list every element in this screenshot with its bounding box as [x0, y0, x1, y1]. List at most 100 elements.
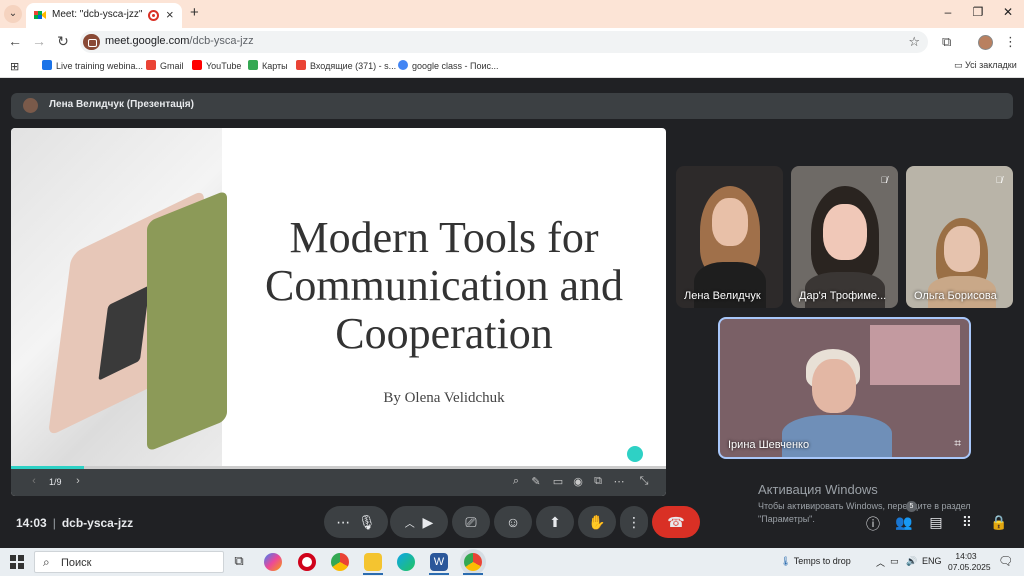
back-icon[interactable]: ← — [6, 33, 24, 49]
wall-pictures — [870, 325, 960, 385]
address-bar[interactable]: meet.google.com/dcb-ysca-jzz ☆ — [80, 31, 928, 53]
next-slide-icon[interactable]: › — [71, 475, 85, 487]
edge-icon[interactable] — [397, 553, 415, 571]
bookmark-youtube[interactable]: YouTube — [192, 60, 241, 71]
slide-laptop-photo — [11, 128, 227, 468]
taskbar-search[interactable]: ⌕ Поиск — [34, 551, 224, 573]
profile-avatar[interactable] — [978, 35, 993, 50]
camera-icon[interactable]: ▶ — [423, 514, 434, 530]
host-controls-icon[interactable]: 🔒 — [990, 514, 1008, 531]
prev-slide-icon[interactable]: ‹ — [27, 475, 41, 487]
people-icon[interactable]: 👥 — [895, 514, 913, 531]
slide-controls: ‹ 1/9 › ⌕ ✎ ▭ ◉ ⧉ ⋯ ⤡ — [11, 469, 666, 496]
copilot-icon[interactable] — [264, 553, 282, 571]
site-info-icon[interactable] — [83, 34, 100, 50]
meeting-code: dcb-ysca-jzz — [61, 516, 134, 530]
chevron-up-icon[interactable]: ︿ — [405, 519, 415, 530]
weather-icon: 🌡 — [780, 556, 792, 566]
extensions-icon[interactable]: ⧉ — [942, 34, 951, 50]
mic-control[interactable]: ⋯ 🎙 — [324, 506, 388, 538]
participant-tile[interactable]: 🎙̸ Дар'я Трофиме... — [791, 166, 898, 308]
chat-icon[interactable]: ▤ — [927, 514, 945, 531]
tab-search-chevron-icon[interactable]: ⌄ — [4, 5, 22, 23]
laptop-lid — [147, 189, 227, 453]
meet-area: Лена Велидчук (Презентація) Modern Tools… — [0, 78, 1024, 548]
bookmark-live-training[interactable]: Live training webina... — [42, 60, 143, 71]
info-icon[interactable]: ⓘ — [864, 514, 882, 534]
meeting-time: 14:03 — [16, 516, 47, 530]
tray-chevron-icon[interactable]: ︿ — [876, 556, 885, 569]
window-close-icon[interactable]: ✕ — [998, 5, 1018, 19]
chrome-icon[interactable] — [331, 553, 349, 571]
participant-tile-active[interactable]: Ірина Шевченко ⌗ — [718, 317, 971, 459]
folder-icon: ▭ — [954, 60, 966, 70]
slide-author: By Olena Velidchuk — [383, 390, 505, 406]
captions-icon[interactable]: ▭ — [551, 475, 565, 488]
camera-control[interactable]: ︿ ▶ — [390, 506, 448, 538]
more-options-icon[interactable]: ⋯ — [336, 514, 350, 530]
bookmark-google-class[interactable]: google class - Поис... — [398, 60, 499, 71]
presenter-name: Лена Велидчук (Презентація) — [49, 99, 194, 110]
more-button[interactable]: ⋮ — [620, 506, 648, 538]
leave-call-button[interactable]: ☎ — [652, 506, 700, 538]
mic-icon[interactable]: 🎙 — [358, 514, 376, 530]
new-tab-icon[interactable]: + — [190, 4, 199, 21]
presentation-view[interactable]: Modern Tools for Communication and Coope… — [11, 128, 666, 496]
hand-icon: ✋ — [588, 514, 606, 530]
pip-icon[interactable]: ⧉ — [591, 475, 605, 488]
forward-icon[interactable]: → — [30, 33, 48, 49]
face — [944, 226, 980, 272]
more-icon[interactable]: ⋯ — [612, 475, 626, 488]
language-indicator[interactable]: ENG — [922, 556, 942, 566]
recording-icon — [148, 10, 159, 21]
bookmark-inbox[interactable]: Входящие (371) - s... — [296, 60, 396, 71]
emoji-button[interactable]: ☺ — [494, 506, 532, 538]
maximize-icon[interactable]: ❐ — [968, 5, 988, 19]
task-view-icon[interactable]: ⧉ — [230, 553, 248, 571]
windows-start-icon[interactable] — [10, 555, 24, 569]
network-icon[interactable]: ▭ — [890, 556, 899, 567]
reload-icon[interactable]: ↻ — [54, 33, 72, 50]
face — [712, 198, 748, 246]
raise-hand-button[interactable]: ✋ — [578, 506, 616, 538]
participant-count-badge: 5 — [906, 501, 917, 512]
volume-icon[interactable]: 🔊 — [906, 556, 917, 567]
face — [823, 204, 867, 260]
taskbar-clock[interactable]: 14:03 07.05.2025 — [948, 551, 991, 573]
bookmark-maps[interactable]: Карты — [248, 60, 288, 71]
captions-icon: ⎚ — [465, 514, 477, 530]
captions-button[interactable]: ⎚ — [452, 506, 490, 538]
pen-icon[interactable]: ✎ — [529, 475, 543, 488]
face — [812, 359, 856, 413]
weather-widget[interactable]: 🌡 Temps to drop — [780, 556, 851, 567]
activities-icon[interactable]: ⠿ — [958, 514, 976, 531]
chrome-active-icon[interactable] — [464, 553, 482, 571]
apps-grid-icon[interactable]: ⊞ — [10, 60, 19, 73]
bookmark-star-icon[interactable]: ☆ — [908, 34, 920, 50]
participant-tile[interactable]: Лена Велидчук — [676, 166, 783, 308]
notifications-icon[interactable]: 🗨 — [998, 554, 1013, 568]
file-explorer-icon[interactable] — [364, 553, 382, 571]
slide-page-counter: 1/9 — [49, 477, 62, 487]
tab-strip: ⌄ Meet: "dcb-ysca-jzz" × + – ❐ ✕ — [0, 0, 1024, 28]
browser-tab[interactable]: Meet: "dcb-ysca-jzz" × — [26, 3, 182, 28]
word-icon[interactable]: W — [430, 553, 448, 571]
zoom-icon[interactable]: ⌕ — [509, 475, 523, 488]
minimize-presentation-icon[interactable]: ⤡ — [637, 475, 651, 488]
search-placeholder: Поиск — [61, 557, 92, 569]
minimize-icon[interactable]: – — [938, 5, 958, 19]
opera-icon[interactable] — [298, 553, 316, 571]
participant-tile[interactable]: 🎙̸ Ольга Борисова — [906, 166, 1013, 308]
present-icon: ⬆ — [549, 514, 561, 530]
menu-kebab-icon[interactable]: ⋮ — [1004, 34, 1017, 50]
all-bookmarks[interactable]: ▭ Усі закладки — [954, 60, 1017, 71]
emoji-icon: ☺ — [505, 514, 521, 530]
presenter-avatar — [23, 98, 38, 113]
present-button[interactable]: ⬆ — [536, 506, 574, 538]
broadcast-icon[interactable]: ◉ — [571, 475, 585, 488]
crop-icon[interactable]: ⌗ — [954, 436, 961, 451]
kebab-icon: ⋮ — [627, 514, 641, 530]
tab-title: Meet: "dcb-ysca-jzz" — [52, 9, 143, 20]
tab-close-icon[interactable]: × — [166, 7, 174, 22]
bookmark-gmail[interactable]: Gmail — [146, 60, 184, 71]
